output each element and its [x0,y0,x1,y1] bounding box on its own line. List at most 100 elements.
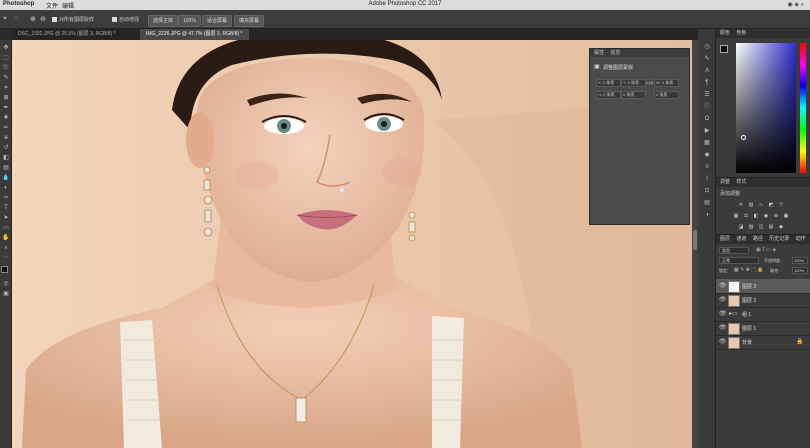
swatches-icon[interactable]: ▦ [703,139,711,147]
hue-saturation-icon[interactable]: ▦ [733,213,739,219]
navigator-icon[interactable]: ⊡ [703,187,711,195]
layer-row[interactable]: 👁 图层 3 [716,279,810,294]
sample-all-layers-checkbox[interactable] [52,17,57,23]
tab-dsc-1592[interactable]: DSC_1592.JPG @ 25.5% (图层 3, RGB/8) * [12,29,122,40]
field-w[interactable]: W: 0 像素 [654,79,679,87]
tab-styles[interactable]: 样式 [736,179,746,185]
tab-adjustments[interactable]: 调整 [720,179,730,185]
tab-paths[interactable]: 路径 [753,236,763,242]
marquee-tool-icon[interactable]: ⬚ [2,54,10,62]
fill-field[interactable]: 100% [792,267,808,274]
layer-row[interactable]: 👁 图层 2 [716,293,810,308]
zoom-level-field[interactable]: 100% [178,15,201,27]
blend-mode-select[interactable]: 正常 [719,257,759,264]
brush-presets-icon[interactable]: ✎ [703,55,711,63]
sample-all-layers-option[interactable]: 对所有图层取样 [52,16,94,23]
tab-layers[interactable]: 图层 [720,236,730,242]
foreground-color-swatch[interactable] [1,266,8,273]
character-icon[interactable]: A [703,67,711,75]
tab-swatches[interactable]: 色板 [736,30,746,36]
tab-img-2226[interactable]: IMG_2226.JPG @ 47.7% (图层 3, RGB/8) * [140,29,249,40]
brush-size-icon[interactable]: ◌ [14,15,18,22]
brightness-contrast-icon[interactable]: ☀ [738,202,744,208]
gradient-map-icon[interactable]: ▤ [768,224,774,230]
photo-filter-icon[interactable]: ◉ [763,213,769,219]
posterize-icon[interactable]: ▨ [748,224,754,230]
lasso-tool-icon[interactable]: ➰ [2,64,10,72]
path-selection-icon[interactable]: ➤ [2,214,10,222]
auto-enhance-checkbox[interactable] [112,17,117,23]
gradient-tool-icon[interactable]: ▤ [2,164,10,172]
scrollbar-thumb[interactable] [693,230,697,250]
hand-tool-icon[interactable]: ✋ [2,234,10,242]
layer-kind-filter[interactable]: 类型 [719,247,749,254]
black-white-icon[interactable]: ◧ [753,213,759,219]
visibility-eye-icon[interactable]: 👁 [719,296,727,303]
tab-properties[interactable]: 属性 [594,50,604,56]
fill-screen-button[interactable]: 填充屏幕 [234,15,265,27]
color-balance-icon[interactable]: ⚖ [743,213,749,219]
field-y[interactable]: Y: 0 像素 [621,79,646,87]
styles-icon[interactable]: ◆ [703,151,711,159]
field-x[interactable]: X: 0 像素 [596,79,621,87]
fit-screen-button[interactable]: 适合屏幕 [202,15,233,27]
history-icon[interactable]: ◷ [703,43,711,51]
field-offset-b[interactable]: 0 像素 [654,91,679,99]
pen-tool-icon[interactable]: ✑ [2,194,10,202]
hue-slider[interactable] [800,43,806,173]
selective-color-icon[interactable]: ◆ [778,224,784,230]
vibrance-icon[interactable]: ▽ [778,202,784,208]
eraser-tool-icon[interactable]: ◧ [2,154,10,162]
info-icon[interactable]: ⓘ [703,103,711,111]
blur-tool-icon[interactable]: 💧 [2,174,10,182]
zoom-in-icon[interactable]: ⊕ [30,15,36,23]
actions-icon[interactable]: ▶ [703,127,711,135]
more-tools-icon[interactable]: ⋯ [2,254,10,262]
exposure-icon[interactable]: ◩ [768,202,774,208]
filter-icons[interactable]: ▣ T ▭ ◈ [756,247,776,253]
select-subject-button[interactable]: 选择主体 [148,15,179,27]
levels-icon[interactable]: ▥ [748,202,754,208]
tab-history[interactable]: 历史记录 [769,236,789,242]
healing-brush-icon[interactable]: ✚ [2,114,10,122]
color-picker-cursor[interactable] [741,135,746,140]
tab-color[interactable]: 颜色 [720,30,730,36]
history-brush-icon[interactable]: ↺ [2,144,10,152]
color-picker-field[interactable] [736,43,796,173]
threshold-icon[interactable]: ◫ [758,224,764,230]
auto-enhance-option[interactable]: 自动增强 [112,16,139,23]
adjustments-icon[interactable]: ◑ [703,211,711,219]
paths-icon[interactable]: ⌇ [703,175,711,183]
layer-row[interactable]: 👁 ▸▭ 组 1 [716,307,810,322]
rectangle-tool-icon[interactable]: ▭ [2,224,10,232]
link-button[interactable]: GO [646,79,653,85]
curves-icon[interactable]: ∿ [758,202,764,208]
visibility-eye-icon[interactable]: 👁 [719,324,727,331]
tab-info[interactable]: 信息 [610,50,620,56]
field-h[interactable]: H: 0 像素 [596,91,621,99]
properties-icon[interactable]: ☰ [703,91,711,99]
color-foreground-swatch[interactable] [720,45,728,53]
zoom-tool-icon[interactable]: ⌕ [2,244,10,252]
visibility-eye-icon[interactable]: 👁 [719,338,727,345]
quick-mask-icon[interactable]: ◎ [2,280,10,288]
channel-mixer-icon[interactable]: ⊕ [773,213,779,219]
color-lookup-icon[interactable]: ▣ [783,213,789,219]
visibility-eye-icon[interactable]: 👁 [719,310,727,317]
frame-tool-icon[interactable]: ⊠ [2,94,10,102]
quick-select-tool-icon[interactable]: ⌖ [3,15,7,23]
quick-selection-tool-icon[interactable]: ✎ [2,74,10,82]
tab-channels[interactable]: 通道 [736,236,746,242]
zoom-out-icon[interactable]: ⊖ [40,15,46,23]
crop-tool-icon[interactable]: ⌗ [2,84,10,92]
opacity-field[interactable]: 100% [792,257,808,264]
paragraph-icon[interactable]: ¶ [703,79,711,87]
screen-mode-icon[interactable]: ▣ [2,290,10,298]
type-tool-icon[interactable]: T [2,204,10,212]
field-offset-a[interactable]: 0 像素 [621,91,646,99]
libraries-icon[interactable]: ▤ [703,199,711,207]
channels-icon[interactable]: ≡ [703,163,711,171]
invert-icon[interactable]: ◪ [738,224,744,230]
lock-icons[interactable]: ▦ ✎ ✥ ⬚ 🔒 [734,267,764,273]
layer-row[interactable]: 👁 图层 1 [716,321,810,336]
